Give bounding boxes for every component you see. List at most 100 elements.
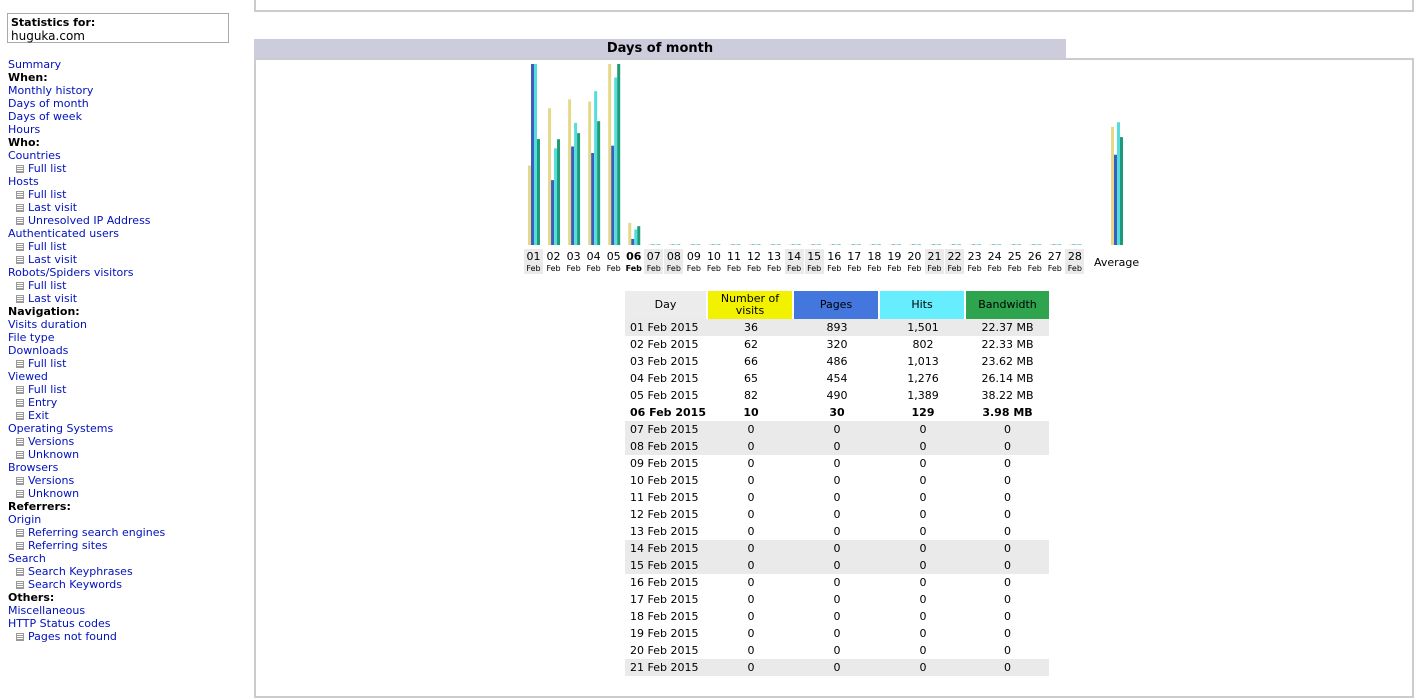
chart-day-label: 12 Feb	[745, 249, 764, 274]
table-row: 21 Feb 2015 0 0 0 0	[625, 659, 1049, 676]
cell-visits: 0	[747, 593, 755, 606]
bar-hits	[1035, 244, 1039, 245]
chart-day-label: 16 Feb	[825, 249, 844, 274]
chart-day-label: 25 Feb	[1005, 249, 1024, 274]
chart-day-label: 02 Feb	[544, 249, 563, 274]
table-row: 09 Feb 2015 0 0 0 0	[625, 455, 1049, 472]
cell-visits: 36	[708, 319, 794, 336]
bar-hits	[975, 244, 979, 245]
day-month: Feb	[586, 264, 601, 273]
chart-day-label: 10 Feb	[704, 249, 723, 274]
bar-bandwidth	[897, 244, 901, 245]
bar-bandwidth	[998, 244, 1002, 245]
table-row: 03 Feb 2015 66 486 1,013 23.62 MB	[625, 353, 1049, 370]
bar-hits	[995, 244, 999, 245]
table-row: 04 Feb 2015 65 454 1,276 26.14 MB	[625, 370, 1049, 387]
cell-pages: 320	[826, 338, 848, 351]
cell-day: 12 Feb 2015	[630, 508, 699, 521]
bar-hits	[654, 244, 658, 245]
bar-pages	[691, 244, 695, 245]
bar-hits	[574, 122, 578, 245]
bar-number-of-visits	[528, 165, 531, 245]
bar-number-of-visits	[728, 244, 732, 245]
bar-number-of-visits	[1029, 244, 1033, 245]
cell-pages: 0	[833, 593, 841, 606]
bar-bandwidth	[777, 244, 781, 245]
cell-bandwidth: 0	[1004, 644, 1011, 657]
chart-day-label: 18 Feb	[865, 249, 884, 274]
cell-bandwidth: 0	[966, 540, 1049, 557]
day-number: 08	[666, 250, 681, 263]
bar-hits	[854, 244, 858, 245]
day-month: Feb	[646, 264, 661, 273]
bar-hits	[1015, 244, 1019, 245]
bar-number-of-visits	[828, 244, 832, 245]
cell-pages: 0	[794, 421, 880, 438]
cell-day: 09 Feb 2015	[630, 457, 699, 470]
bar-pages	[871, 244, 875, 245]
bar-hits	[814, 244, 818, 245]
cell-pages: 0	[794, 438, 880, 455]
cell-hits: 1,013	[907, 355, 939, 368]
table-row: 20 Feb 2015 0 0 0 0	[625, 642, 1049, 659]
bar-pages	[851, 244, 855, 245]
bar-number-of-visits	[708, 244, 712, 245]
bar-hits	[594, 91, 598, 245]
cell-pages: 0	[833, 576, 841, 589]
cell-visits: 82	[744, 389, 758, 402]
bar-pages	[571, 146, 575, 245]
cell-pages: 0	[833, 457, 841, 470]
cell-day: 16 Feb 2015	[630, 576, 699, 589]
average-bar-number-of-visits	[1111, 126, 1114, 245]
bar-number-of-visits	[688, 244, 692, 245]
cell-visits: 0	[708, 557, 794, 574]
cell-bandwidth: 3.98 MB	[982, 406, 1033, 419]
cell-bandwidth: 0	[1004, 508, 1011, 521]
bar-number-of-visits	[1009, 244, 1013, 245]
col-bandwidth: Bandwidth	[966, 291, 1049, 319]
bar-hits	[894, 244, 898, 245]
chart-day-label: 17 Feb	[845, 249, 864, 274]
bar-number-of-visits	[768, 244, 772, 245]
cell-visits: 62	[744, 338, 758, 351]
bar-bandwidth	[697, 244, 701, 245]
day-month: Feb	[827, 264, 842, 273]
bar-pages	[531, 64, 534, 245]
table-row: 18 Feb 2015 0 0 0 0	[625, 608, 1049, 625]
bar-pages	[611, 145, 615, 245]
cell-day: 19 Feb 2015	[630, 627, 699, 640]
bar-pages	[791, 244, 795, 245]
cell-pages: 0	[833, 508, 841, 521]
average-bar-hits	[1117, 122, 1120, 245]
chart-day-label: 03 Feb	[564, 249, 583, 274]
cell-day: 13 Feb 2015	[630, 525, 699, 538]
cell-bandwidth: 0	[1004, 593, 1011, 606]
day-number: 15	[807, 250, 822, 263]
cell-day: 14 Feb 2015	[625, 540, 708, 557]
cell-day: 02 Feb 2015	[630, 338, 699, 351]
bar-hits	[1055, 244, 1059, 245]
table-row: 15 Feb 2015 0 0 0 0	[625, 557, 1049, 574]
bar-number-of-visits	[788, 244, 792, 245]
chart-day-label: 05 Feb	[604, 249, 623, 274]
bar-pages	[1052, 244, 1056, 245]
chart-day-label: 19 Feb	[885, 249, 904, 274]
day-month: Feb	[526, 264, 541, 273]
bar-number-of-visits	[888, 244, 892, 245]
bar-hits	[554, 148, 558, 245]
chart-day-label: 24 Feb	[985, 249, 1004, 274]
cell-pages: 0	[833, 491, 841, 504]
bar-hits	[955, 244, 959, 245]
day-number: 03	[566, 250, 581, 263]
bar-number-of-visits	[1069, 244, 1073, 245]
chart-day-label: 09 Feb	[684, 249, 703, 274]
cell-hits: 1,501	[880, 319, 966, 336]
bar-number-of-visits	[1049, 244, 1053, 245]
chart-day-label: 14 Feb	[784, 249, 804, 274]
day-month: Feb	[706, 264, 722, 273]
day-number: 17	[847, 250, 862, 263]
table-row: 12 Feb 2015 0 0 0 0	[625, 506, 1049, 523]
col-pages: Pages	[794, 291, 880, 319]
cell-hits: 0	[880, 421, 966, 438]
day-number: 14	[787, 250, 802, 263]
